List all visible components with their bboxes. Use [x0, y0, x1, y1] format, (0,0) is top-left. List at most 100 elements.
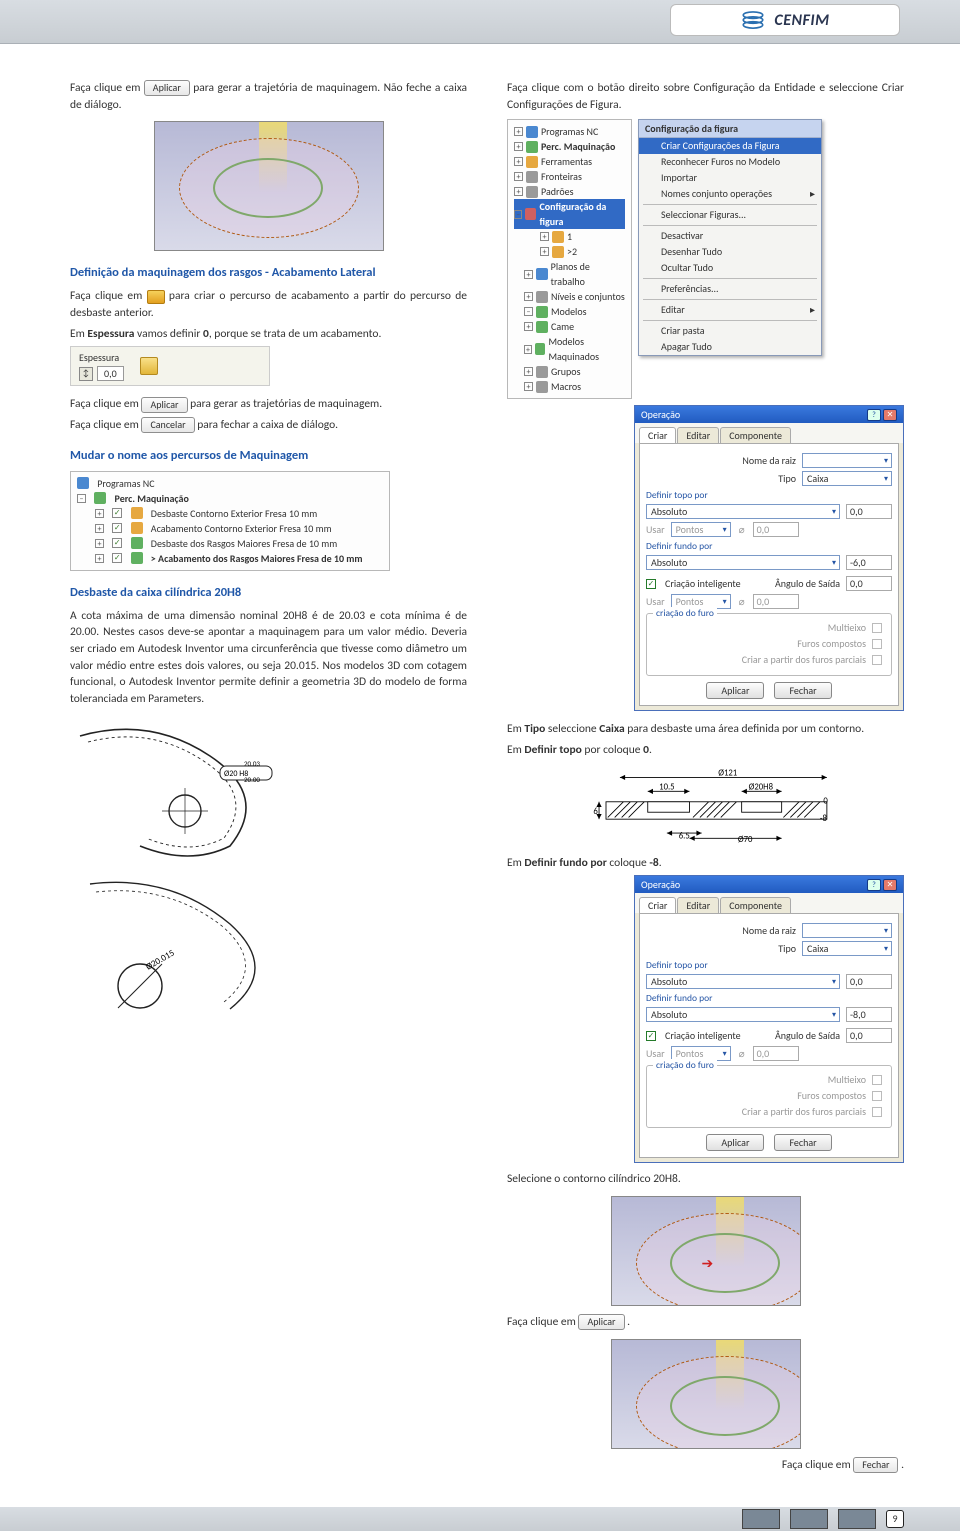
tree-item-current[interactable]: + ✓ > Acabamento dos Rasgos Maiores Fres… — [77, 551, 383, 566]
menu-item[interactable]: Desenhar Tudo — [639, 244, 821, 260]
label: Nome da raiz — [742, 924, 796, 937]
menu-item[interactable]: Seleccionar Figuras... — [639, 207, 821, 223]
criacao-int-check[interactable]: ✓ — [646, 1031, 656, 1041]
menu-item[interactable]: Preferências... — [639, 281, 821, 297]
fechar-button-inline[interactable]: Fechar — [853, 1457, 898, 1473]
dialog-aplicar-button[interactable]: Aplicar — [706, 682, 764, 699]
topo-value-input[interactable]: 0,0 — [846, 974, 892, 989]
tree-item[interactable]: + Grupos — [514, 364, 625, 379]
spinner-value[interactable]: 0,0 — [97, 366, 124, 381]
expand-icon[interactable]: + — [540, 232, 549, 241]
menu-item[interactable]: Apagar Tudo — [639, 339, 821, 355]
tree-item[interactable]: + Padrões — [514, 184, 625, 199]
tree-item[interactable]: + ✓ Desbaste Contorno Exterior Fresa 10 … — [77, 506, 383, 521]
tab-componente[interactable]: Componente — [720, 897, 791, 913]
tree-item[interactable]: + Came — [514, 319, 625, 334]
text: Em — [70, 327, 87, 341]
expand-icon[interactable]: – — [514, 210, 522, 219]
fundo-mode-select[interactable]: Absoluto — [646, 1007, 840, 1022]
tree-item[interactable]: + Perc. Maquinação — [514, 139, 625, 154]
close-icon[interactable]: ✕ — [883, 879, 897, 891]
expand-icon[interactable]: + — [95, 539, 104, 548]
tree-item[interactable]: + Macros — [514, 379, 625, 394]
tree-item[interactable]: + ✓ Acabamento Contorno Exterior Fresa 1… — [77, 521, 383, 536]
expand-icon[interactable]: + — [514, 142, 523, 151]
tree-item[interactable]: + 1 — [514, 229, 625, 244]
expand-icon[interactable]: + — [514, 187, 523, 196]
topo-mode-select[interactable]: Absoluto — [646, 504, 840, 519]
expand-icon[interactable]: + — [540, 247, 549, 256]
text: Faça clique em — [70, 418, 139, 432]
nome-input[interactable] — [802, 453, 892, 468]
topo-value-input[interactable]: 0,0 — [846, 504, 892, 519]
tipo-select[interactable]: Caixa — [802, 471, 892, 486]
nome-input[interactable] — [802, 923, 892, 938]
expand-icon[interactable]: + — [514, 172, 523, 181]
fundo-value-input[interactable]: -6,0 — [846, 555, 892, 570]
help-icon[interactable]: ? — [867, 879, 881, 891]
help-icon[interactable]: ? — [867, 409, 881, 421]
menu-item[interactable]: Editar — [639, 302, 821, 318]
tab-criar[interactable]: Criar — [639, 427, 676, 443]
tab-criar[interactable]: Criar — [639, 897, 676, 913]
dialog-fechar-button[interactable]: Fechar — [774, 682, 831, 699]
menu-item[interactable]: Reconhecer Furos no Modelo — [639, 154, 821, 170]
tree-item[interactable]: + ✓ Desbaste dos Rasgos Maiores Fresa de… — [77, 536, 383, 551]
fundo-mode-select[interactable]: Absoluto — [646, 555, 840, 570]
expand-icon[interactable]: + — [524, 382, 533, 391]
aplicar-button-inline-2[interactable]: Aplicar — [141, 397, 187, 413]
menu-item[interactable]: Importar — [639, 170, 821, 186]
dialog-fechar-button[interactable]: Fechar — [774, 1134, 831, 1151]
menu-item[interactable]: Nomes conjunto operações — [639, 186, 821, 202]
tab-editar[interactable]: Editar — [677, 897, 719, 913]
tab-editar[interactable]: Editar — [677, 427, 719, 443]
tree-item[interactable]: + Fronteiras — [514, 169, 625, 184]
tree-item[interactable]: – Modelos — [514, 304, 625, 319]
expand-icon[interactable]: + — [514, 127, 523, 136]
aplicar-button-inline-3[interactable]: Aplicar — [578, 1314, 624, 1330]
tree-root[interactable]: Programas NC — [77, 476, 383, 491]
check-icon[interactable]: ✓ — [112, 508, 122, 518]
menu-item[interactable]: Criar Configurações da Figura — [639, 138, 821, 154]
check-icon[interactable]: ✓ — [112, 553, 122, 563]
aplicar-button-inline[interactable]: Aplicar — [144, 80, 190, 96]
expand-icon[interactable]: + — [524, 292, 533, 301]
cancelar-button-inline[interactable]: Cancelar — [141, 417, 194, 433]
menu-item[interactable]: Desactivar — [639, 228, 821, 244]
tree-item[interactable]: + >2 — [514, 244, 625, 259]
expand-icon[interactable]: + — [524, 322, 533, 331]
tree-perc[interactable]: – Perc. Maquinação — [77, 491, 383, 506]
expand-icon[interactable]: + — [514, 157, 523, 166]
expand-icon[interactable]: + — [524, 345, 532, 354]
toolpath-icon[interactable] — [147, 290, 165, 304]
fundo-value-input[interactable]: -8,0 — [846, 1007, 892, 1022]
topo-mode-select[interactable]: Absoluto — [646, 974, 840, 989]
tab-componente[interactable]: Componente — [720, 427, 791, 443]
tree-item[interactable]: + Níveis e conjuntos — [514, 289, 625, 304]
expand-icon[interactable]: + — [95, 554, 104, 563]
dialog-aplicar-button[interactable]: Aplicar — [706, 1134, 764, 1151]
tree-item[interactable]: + Programas NC — [514, 124, 625, 139]
check-icon[interactable]: ✓ — [112, 538, 122, 548]
close-icon[interactable]: ✕ — [883, 409, 897, 421]
spinner-action-icon[interactable] — [140, 357, 158, 375]
expand-icon[interactable]: + — [95, 524, 104, 533]
tree-item[interactable]: + Planos de trabalho — [514, 259, 625, 289]
expand-icon[interactable]: – — [77, 494, 86, 503]
menu-item[interactable]: Ocultar Tudo — [639, 260, 821, 276]
spinner-decrement-icon[interactable]: ↕ — [79, 367, 93, 381]
expand-icon[interactable]: + — [95, 509, 104, 518]
angulo-input[interactable]: 0,0 — [846, 1028, 892, 1043]
criacao-int-check[interactable]: ✓ — [646, 579, 656, 589]
menu-item[interactable]: Criar pasta — [639, 323, 821, 339]
angulo-input[interactable]: 0,0 — [846, 576, 892, 591]
tree-item[interactable]: + Ferramentas — [514, 154, 625, 169]
check-icon[interactable]: ✓ — [112, 523, 122, 533]
expand-icon[interactable]: + — [524, 270, 533, 279]
tree-item[interactable]: – Configuração da figura — [514, 199, 625, 229]
tipo-select[interactable]: Caixa — [802, 941, 892, 956]
expand-icon[interactable]: – — [524, 307, 533, 316]
tree-item[interactable]: + Modelos Maquinados — [514, 334, 625, 364]
expand-icon[interactable]: + — [524, 367, 533, 376]
node-icon — [536, 321, 548, 333]
